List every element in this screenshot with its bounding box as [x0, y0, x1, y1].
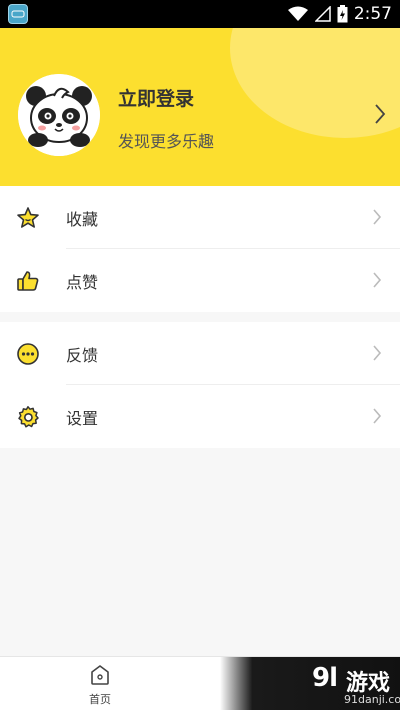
menu-item-settings[interactable]: 设置: [0, 385, 400, 448]
bottom-nav: 首页 9l 游戏 91danji.com: [0, 656, 400, 710]
menu-label-settings: 设置: [66, 408, 99, 428]
login-title[interactable]: 立即登录: [118, 84, 194, 111]
watermark-url: 91danji.com: [344, 693, 400, 706]
menu-group-1: 收藏 点赞: [0, 186, 400, 312]
chat-bubble-icon: [16, 342, 40, 366]
watermark: 9l 游戏 91danji.com: [220, 657, 400, 710]
tab-home[interactable]: 首页: [70, 663, 130, 707]
thumbs-up-icon: [16, 269, 40, 293]
watermark-logo: 9l: [312, 663, 338, 693]
menu-label-likes: 点赞: [66, 272, 99, 292]
login-header[interactable]: 立即登录 发现更多乐趣: [0, 28, 400, 186]
battery-charging-icon: [337, 5, 348, 23]
chevron-right-icon: [373, 209, 382, 225]
signal-icon: [314, 6, 331, 22]
menu-item-likes[interactable]: 点赞: [0, 249, 400, 312]
star-icon: [16, 206, 40, 230]
chevron-right-icon: [373, 408, 382, 424]
menu-label-feedback: 反馈: [66, 345, 99, 365]
menu-group-2: 反馈 设置: [0, 322, 400, 448]
menu-item-favorites[interactable]: 收藏: [0, 186, 400, 249]
login-subtitle: 发现更多乐趣: [118, 132, 215, 151]
status-time: 2:57: [353, 4, 392, 24]
chevron-right-icon: [373, 272, 382, 288]
menu-label-favorites: 收藏: [66, 209, 99, 229]
chevron-right-icon: [373, 345, 382, 361]
status-bar: 2:57: [0, 0, 400, 28]
app-notification-icon: [8, 4, 28, 24]
tab-home-label: 首页: [89, 693, 111, 706]
gear-icon: [16, 405, 40, 429]
wifi-icon: [287, 6, 308, 21]
menu-item-feedback[interactable]: 反馈: [0, 322, 400, 385]
panda-avatar[interactable]: [18, 74, 100, 156]
chevron-right-icon[interactable]: [374, 103, 386, 125]
home-icon: [91, 665, 109, 685]
